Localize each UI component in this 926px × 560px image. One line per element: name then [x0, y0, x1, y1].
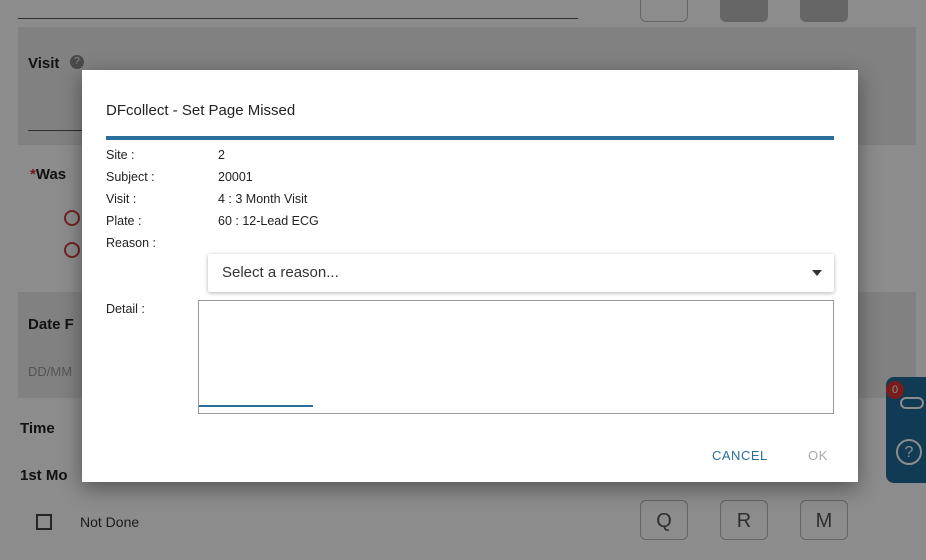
dialog-title: DFcollect - Set Page Missed — [106, 102, 296, 119]
reason-select-value: Select a reason... — [222, 264, 339, 281]
site-label: Site : — [106, 148, 135, 162]
input-focus-indicator — [199, 405, 313, 407]
visit-value: 4 : 3 Month Visit — [218, 192, 308, 206]
reason-label: Reason : — [106, 236, 157, 250]
ok-button[interactable]: OK — [808, 448, 828, 463]
visit-label: Visit : — [106, 192, 137, 206]
plate-value: 60 : 12-Lead ECG — [218, 214, 319, 228]
reason-select[interactable]: Select a reason... — [208, 254, 834, 292]
subject-label: Subject : — [106, 170, 155, 184]
title-divider — [106, 136, 834, 140]
set-page-missed-dialog: DFcollect - Set Page Missed Site : 2 Sub… — [82, 70, 858, 482]
plate-label: Plate : — [106, 214, 142, 228]
subject-value: 20001 — [218, 170, 253, 184]
cancel-button[interactable]: CANCEL — [712, 448, 768, 463]
detail-textarea[interactable] — [198, 300, 834, 414]
detail-label: Detail : — [106, 302, 145, 316]
dropdown-caret-icon — [812, 270, 822, 276]
site-value: 2 — [218, 148, 225, 162]
